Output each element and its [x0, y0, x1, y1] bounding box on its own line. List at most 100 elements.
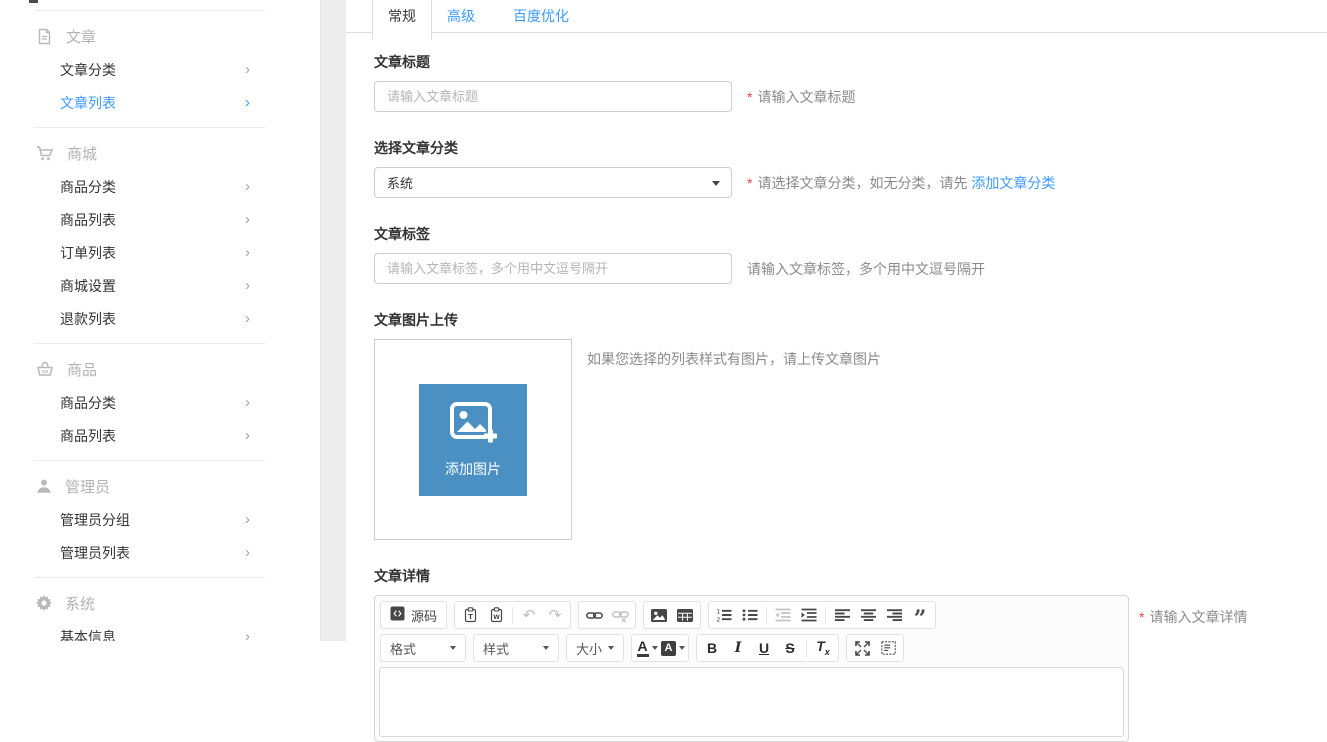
sidebar-item-article-categories[interactable]: 文章分类 › — [0, 53, 320, 86]
sidebar-group-system[interactable]: 系统 — [0, 586, 320, 620]
sidebar-item-product-categories[interactable]: 商品分类 › — [0, 386, 320, 419]
chevron-right-icon: › — [245, 311, 250, 326]
align-right-icon[interactable] — [881, 603, 907, 627]
select-arrow-icon — [712, 181, 720, 186]
sidebar-item-article-list[interactable]: 文章列表 › — [0, 86, 320, 119]
sidebar-scrollbar-track[interactable] — [320, 0, 346, 641]
format-combo[interactable]: 格式 — [380, 634, 466, 662]
svg-text:W: W — [493, 614, 500, 621]
scrolled-content-fragment — [29, 0, 38, 3]
field-article-category: 选择文章分类 系统 *请选择文章分类，如无分类，请先 添加文章分类 — [374, 138, 1327, 198]
sidebar-item-basic-info[interactable]: 基本信息 › — [0, 620, 320, 641]
outdent-icon[interactable] — [770, 603, 796, 627]
sidebar-item-goods-categories[interactable]: 商品分类 › — [0, 170, 320, 203]
background-color-icon[interactable]: A — [660, 636, 686, 660]
sidebar-item-label: 商品列表 — [60, 426, 116, 446]
sidebar-item-product-list[interactable]: 商品列表 › — [0, 419, 320, 452]
maximize-icon[interactable] — [849, 636, 875, 660]
editor-content-area[interactable] — [379, 667, 1124, 737]
tab-baidu-seo[interactable]: 百度优化 — [498, 0, 584, 32]
article-tags-input[interactable] — [374, 253, 732, 284]
field-hint: 如果您选择的列表样式有图片，请上传文章图片 — [587, 349, 881, 369]
gear-icon — [36, 595, 52, 611]
toolbar-group-source: 源码 — [380, 601, 447, 629]
toolbar-group-colors: A A — [631, 634, 689, 662]
sidebar-section-system: 系统 基本信息 › — [0, 578, 320, 641]
paste-word-icon[interactable]: W — [483, 603, 509, 627]
size-combo[interactable]: 大小 — [566, 634, 624, 662]
sidebar-group-article[interactable]: 文章 — [0, 19, 320, 53]
toolbar-group-insert — [643, 601, 701, 629]
toolbar-group-paragraph: 12 — [708, 601, 936, 629]
sidebar-item-label: 管理员分组 — [60, 510, 130, 530]
field-label: 文章标签 — [374, 224, 1327, 244]
main-content: 常规 高级 百度优化 文章标题 *请输入文章标题 选择文章分类 — [346, 0, 1327, 641]
sidebar-group-admin[interactable]: 管理员 — [0, 469, 320, 503]
underline-icon[interactable]: U — [751, 636, 777, 660]
paste-text-icon[interactable]: T — [457, 603, 483, 627]
caret-down-icon — [608, 646, 614, 650]
sidebar-item-label: 商城设置 — [60, 276, 116, 296]
style-combo[interactable]: 样式 — [473, 634, 559, 662]
sidebar-item-label: 商品分类 — [60, 393, 116, 413]
sidebar-item-mall-settings[interactable]: 商城设置 › — [0, 269, 320, 302]
table-icon[interactable] — [672, 603, 698, 627]
image-upload-dropzone[interactable]: 添加图片 — [374, 339, 572, 540]
field-label: 选择文章分类 — [374, 138, 1327, 158]
category-select[interactable]: 系统 — [374, 167, 732, 198]
sidebar-item-admin-list[interactable]: 管理员列表 › — [0, 536, 320, 569]
sidebar-item-refund-list[interactable]: 退款列表 › — [0, 302, 320, 335]
add-image-label: 添加图片 — [445, 459, 501, 479]
sidebar-section-mall: 商城 商品分类 › 商品列表 › 订单列表 › 商城设置 › 退款列表 › — [0, 128, 320, 343]
image-icon[interactable] — [646, 603, 672, 627]
sidebar-item-label: 订单列表 — [60, 243, 116, 263]
chevron-right-icon: › — [245, 95, 250, 110]
field-article-image: 文章图片上传 — [374, 310, 1327, 540]
add-category-link[interactable]: 添加文章分类 — [971, 175, 1055, 191]
bulleted-list-icon[interactable] — [737, 603, 763, 627]
link-icon[interactable] — [581, 603, 607, 627]
required-mark: * — [1139, 609, 1144, 625]
chevron-right-icon: › — [245, 512, 250, 527]
align-left-icon[interactable] — [829, 603, 855, 627]
strikethrough-icon[interactable]: S — [777, 636, 803, 660]
source-button[interactable]: 源码 — [383, 603, 444, 627]
show-blocks-icon[interactable] — [875, 636, 901, 660]
sidebar-item-label: 退款列表 — [60, 309, 116, 329]
toolbar-group-clipboard: T W ↶ ↷ — [454, 601, 571, 629]
chevron-right-icon: › — [245, 62, 250, 77]
sidebar-group-product[interactable]: 商品 — [0, 352, 320, 386]
tab-general[interactable]: 常规 — [372, 0, 432, 40]
toolbar-separator — [512, 607, 513, 624]
italic-icon[interactable]: I — [725, 636, 751, 660]
blockquote-icon[interactable]: ” — [907, 603, 933, 627]
sidebar: 文章 文章分类 › 文章列表 › 商城 商品分类 › — [0, 0, 320, 641]
caret-down-icon — [543, 646, 549, 650]
numbered-list-icon[interactable]: 12 — [711, 603, 737, 627]
sidebar-group-mall[interactable]: 商城 — [0, 136, 320, 170]
unlink-icon[interactable] — [607, 603, 633, 627]
sidebar-item-order-list[interactable]: 订单列表 › — [0, 236, 320, 269]
remove-format-icon[interactable]: Tx — [810, 636, 836, 660]
text-color-icon[interactable]: A — [634, 636, 660, 660]
chevron-right-icon: › — [245, 545, 250, 560]
indent-icon[interactable] — [796, 603, 822, 627]
redo-icon[interactable]: ↷ — [542, 603, 568, 627]
article-title-input[interactable] — [374, 81, 732, 112]
tab-advanced[interactable]: 高级 — [432, 0, 490, 32]
sidebar-section-article: 文章 文章分类 › 文章列表 › — [0, 11, 320, 127]
article-icon — [36, 28, 53, 45]
undo-icon[interactable]: ↶ — [516, 603, 542, 627]
field-label: 文章详情 — [374, 566, 1327, 586]
toolbar-separator — [825, 607, 826, 624]
align-center-icon[interactable] — [855, 603, 881, 627]
sidebar-item-goods-list[interactable]: 商品列表 › — [0, 203, 320, 236]
sidebar-item-admin-groups[interactable]: 管理员分组 › — [0, 503, 320, 536]
bold-icon[interactable]: B — [699, 636, 725, 660]
field-article-detail: 文章详情 源码 — [374, 566, 1327, 742]
add-image-button[interactable]: 添加图片 — [419, 384, 527, 496]
toolbar-group-tools — [846, 634, 904, 662]
toolbar-group-basicstyles: B I U S Tx — [696, 634, 839, 662]
required-mark: * — [747, 175, 752, 191]
field-article-title: 文章标题 *请输入文章标题 — [374, 52, 1327, 112]
